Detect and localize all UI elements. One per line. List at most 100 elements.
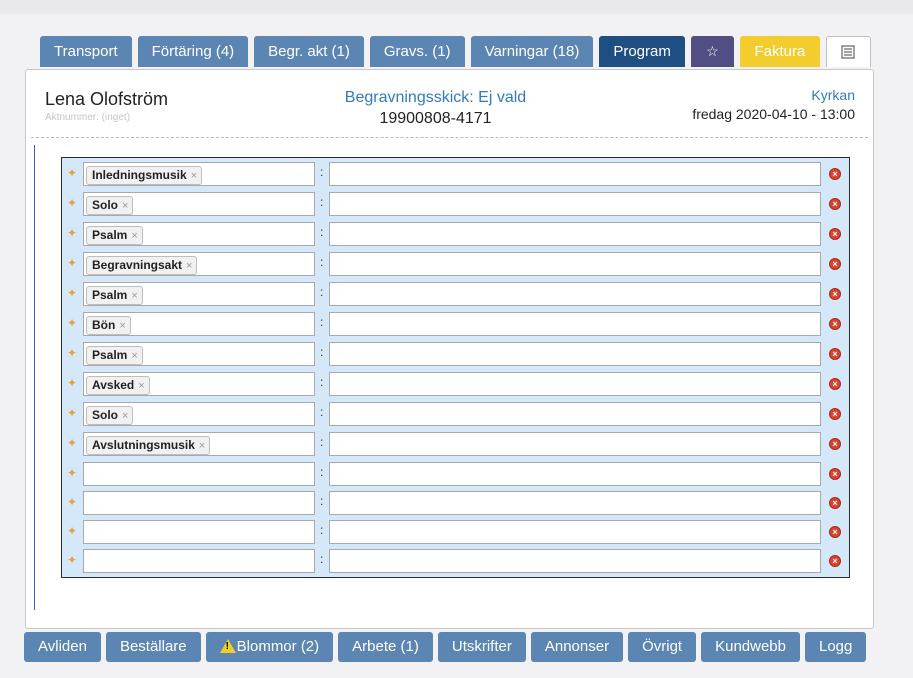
delete-row-icon[interactable]: × xyxy=(829,526,841,538)
program-item-select[interactable]: Bön × xyxy=(83,312,315,336)
drag-handle-icon[interactable]: ✦ xyxy=(66,346,78,360)
nav-button-annonser[interactable]: Annonser xyxy=(530,632,624,662)
nav-button-övrigt[interactable]: Övrigt xyxy=(628,632,697,662)
ceremony-datetime: fredag 2020-04-10 - 13:00 xyxy=(692,106,855,122)
program-item-text-input[interactable] xyxy=(329,491,821,515)
drag-handle-icon[interactable]: ✦ xyxy=(66,406,78,420)
drag-handle-icon[interactable]: ✦ xyxy=(66,256,78,270)
nav-button-logg[interactable]: Logg xyxy=(805,632,867,662)
program-item-text-input[interactable] xyxy=(329,549,821,573)
nav-button-avliden[interactable]: Avliden xyxy=(24,632,101,662)
tab-faktura[interactable]: Faktura xyxy=(739,36,820,67)
program-item-select[interactable] xyxy=(83,491,315,515)
program-item-select[interactable]: Psalm × xyxy=(83,282,315,306)
delete-row-icon[interactable]: × xyxy=(829,468,841,480)
nav-button-label: Arbete (1) xyxy=(352,638,419,655)
remove-tag-icon[interactable]: × xyxy=(131,350,137,362)
program-item-text-input[interactable] xyxy=(329,342,821,366)
nav-button-label: Logg xyxy=(819,638,853,655)
drag-handle-icon[interactable]: ✦ xyxy=(66,466,78,480)
program-item-select[interactable]: Begravningsakt × xyxy=(83,252,315,276)
drag-handle-icon[interactable]: ✦ xyxy=(66,376,78,390)
program-item-text-input[interactable] xyxy=(329,192,821,216)
delete-row-icon[interactable]: × xyxy=(829,198,841,210)
tab-varningar-18[interactable]: Varningar (18) xyxy=(470,36,594,67)
delete-row-icon[interactable]: × xyxy=(829,168,841,180)
program-item-label: Avsked xyxy=(92,378,135,392)
delete-row-icon[interactable]: × xyxy=(829,408,841,420)
program-item-tag: Psalm × xyxy=(86,346,143,365)
drag-handle-icon[interactable]: ✦ xyxy=(66,436,78,450)
nav-button-beställare[interactable]: Beställare xyxy=(105,632,201,662)
program-item-text-input[interactable] xyxy=(329,282,821,306)
program-item-text-input[interactable] xyxy=(329,312,821,336)
remove-tag-icon[interactable]: × xyxy=(191,170,197,182)
drag-handle-icon[interactable]: ✦ xyxy=(66,524,78,538)
remove-tag-icon[interactable]: × xyxy=(122,200,128,212)
program-item-tag: Bön × xyxy=(86,316,131,335)
tab-favorites[interactable]: ☆ xyxy=(690,36,734,67)
delete-row-icon[interactable]: × xyxy=(829,228,841,240)
program-item-text-input[interactable] xyxy=(329,520,821,544)
program-item-select[interactable] xyxy=(83,549,315,573)
program-item-text-input[interactable] xyxy=(329,432,821,456)
nav-button-kundwebb[interactable]: Kundwebb xyxy=(701,632,800,662)
drag-handle-icon[interactable]: ✦ xyxy=(66,553,78,567)
nav-button-arbete-1[interactable]: Arbete (1) xyxy=(338,632,433,662)
tab-list[interactable] xyxy=(825,36,871,67)
drag-handle-icon[interactable]: ✦ xyxy=(66,166,78,180)
delete-row-icon[interactable]: × xyxy=(829,378,841,390)
delete-row-icon[interactable]: × xyxy=(829,438,841,450)
program-item-tag: Begravningsakt × xyxy=(86,256,198,275)
program-item-select[interactable]: Psalm × xyxy=(83,222,315,246)
program-row: ✦ Solo ×: × xyxy=(62,191,849,217)
tab-gravs-1[interactable]: Gravs. (1) xyxy=(369,36,465,67)
nav-button-blommor-2[interactable]: ! Blommor (2) xyxy=(205,632,334,662)
row-separator: : xyxy=(320,225,324,239)
program-item-select[interactable]: Psalm × xyxy=(83,342,315,366)
delete-row-icon[interactable]: × xyxy=(829,258,841,270)
remove-tag-icon[interactable]: × xyxy=(138,380,144,392)
program-item-select[interactable]: Avslutningsmusik × xyxy=(83,432,315,456)
tab-program[interactable]: Program xyxy=(599,36,685,67)
delete-row-icon[interactable]: × xyxy=(829,288,841,300)
program-item-label: Psalm xyxy=(92,288,128,302)
delete-row-icon[interactable]: × xyxy=(829,555,841,567)
program-item-text-input[interactable] xyxy=(329,162,821,186)
drag-handle-icon[interactable]: ✦ xyxy=(66,495,78,509)
program-item-text-input[interactable] xyxy=(329,252,821,276)
tab-label: Transport xyxy=(54,43,118,60)
program-item-tag: Inledningsmusik × xyxy=(86,166,203,185)
remove-tag-icon[interactable]: × xyxy=(131,230,137,242)
delete-row-icon[interactable]: × xyxy=(829,318,841,330)
tab-förtäring-4[interactable]: Förtäring (4) xyxy=(137,36,249,67)
nav-button-utskrifter[interactable]: Utskrifter xyxy=(437,632,526,662)
ceremony-type-link[interactable]: Begravningsskick: Ej vald xyxy=(26,89,845,107)
program-item-text-input[interactable] xyxy=(329,372,821,396)
top-tab-bar: Transport Förtäring (4) Begr. akt (1) Gravs… xyxy=(40,36,871,68)
delete-row-icon[interactable]: × xyxy=(829,348,841,360)
drag-handle-icon[interactable]: ✦ xyxy=(66,316,78,330)
program-item-select[interactable]: Solo × xyxy=(83,192,315,216)
program-item-text-input[interactable] xyxy=(329,462,821,486)
drag-handle-icon[interactable]: ✦ xyxy=(66,226,78,240)
remove-tag-icon[interactable]: × xyxy=(122,410,128,422)
program-item-select[interactable]: Solo × xyxy=(83,402,315,426)
drag-handle-icon[interactable]: ✦ xyxy=(66,286,78,300)
remove-tag-icon[interactable]: × xyxy=(131,290,137,302)
program-item-select[interactable]: Avsked × xyxy=(83,372,315,396)
program-item-select[interactable] xyxy=(83,520,315,544)
tab-transport[interactable]: Transport xyxy=(40,36,132,67)
program-item-text-input[interactable] xyxy=(329,402,821,426)
program-item-select[interactable]: Inledningsmusik × xyxy=(83,162,315,186)
program-row: ✦: × xyxy=(62,519,849,545)
location-link[interactable]: Kyrkan xyxy=(811,87,855,103)
program-item-select[interactable] xyxy=(83,462,315,486)
delete-row-icon[interactable]: × xyxy=(829,497,841,509)
tab-begr-akt-1[interactable]: Begr. akt (1) xyxy=(254,36,364,67)
remove-tag-icon[interactable]: × xyxy=(199,440,205,452)
remove-tag-icon[interactable]: × xyxy=(119,320,125,332)
drag-handle-icon[interactable]: ✦ xyxy=(66,196,78,210)
remove-tag-icon[interactable]: × xyxy=(186,260,192,272)
program-item-text-input[interactable] xyxy=(329,222,821,246)
